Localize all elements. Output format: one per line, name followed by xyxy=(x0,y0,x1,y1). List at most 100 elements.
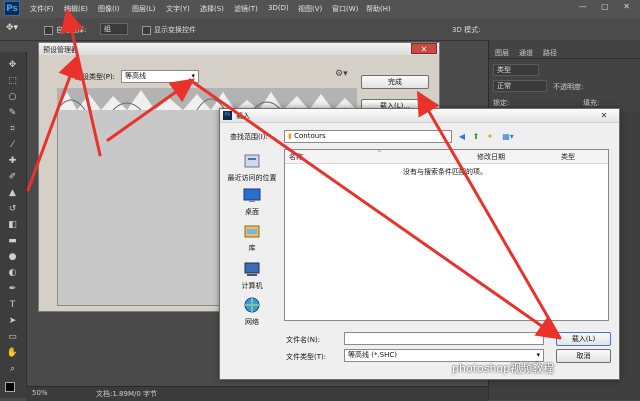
look-in-label: 查找范围(I): xyxy=(230,133,268,141)
document-info: 文档:1.89M/0 字节 xyxy=(96,390,158,398)
menu-bar: Ps 文件(F) 编辑(E) 图像(I) 图层(L) 文字(Y) 选择(S) 滤… xyxy=(0,0,640,19)
marquee-icon[interactable]: ⬚ xyxy=(6,76,19,87)
tab-paths[interactable]: 路径 xyxy=(543,48,557,58)
tab-layers[interactable]: 图层 xyxy=(495,48,509,58)
menu-help[interactable]: 帮助(H) xyxy=(366,4,391,14)
layer-kind-filter[interactable]: 类型 xyxy=(493,64,539,76)
new-folder-icon[interactable]: ✦ xyxy=(484,131,496,143)
filename-label: 文件名(N): xyxy=(286,336,321,344)
zoom-level[interactable]: 50% xyxy=(32,389,48,397)
menu-select[interactable]: 选择(S) xyxy=(200,4,224,14)
stamp-icon[interactable]: ▲ xyxy=(6,188,19,199)
filename-input[interactable] xyxy=(344,332,544,345)
filetype-label: 文件类型(T): xyxy=(286,353,327,361)
fill-label: 填充: xyxy=(583,99,600,107)
status-bar: 50% 文档:1.89M/0 字节 xyxy=(26,386,488,401)
menu-type[interactable]: 文字(Y) xyxy=(166,4,190,14)
preset-type-label: 预设类型(P): xyxy=(75,73,116,81)
gradient-icon[interactable]: ▬ xyxy=(6,236,19,247)
shape-icon[interactable]: ▭ xyxy=(6,332,19,343)
close-icon[interactable]: ✕ xyxy=(591,110,617,121)
menu-image[interactable]: 图像(I) xyxy=(98,4,120,14)
cancel-button[interactable]: 取消 xyxy=(556,349,611,363)
look-in-folder: Contours xyxy=(294,132,326,140)
menu-filter[interactable]: 滤镜(T) xyxy=(234,4,258,14)
empty-message: 没有与搜索条件匹配的项。 xyxy=(403,168,487,176)
menu-edit[interactable]: 编辑(E) xyxy=(64,4,88,14)
preset-type-dropdown[interactable]: 等高线 ▾ xyxy=(121,70,199,83)
tab-channels[interactable]: 通道 xyxy=(519,48,533,58)
hand-icon[interactable]: ✋ xyxy=(6,348,19,359)
load-dialog: Ps 载入 ✕ 查找范围(I): ▮ Contours ◀ ⬆ ✦ ▦▾ 最近访… xyxy=(219,108,620,380)
preset-type-value: 等高线 xyxy=(125,72,146,80)
eraser-icon[interactable]: ◧ xyxy=(6,220,19,231)
panel-divider xyxy=(489,58,640,59)
contour-presets-strip[interactable] xyxy=(57,88,357,110)
contour-thumbnails xyxy=(57,88,357,110)
column-type[interactable]: 类型 xyxy=(561,152,575,162)
auto-select-option[interactable]: 自动选择: xyxy=(44,25,86,35)
back-icon[interactable]: ◀ xyxy=(456,131,468,143)
blur-icon[interactable]: ● xyxy=(6,252,19,263)
window-controls[interactable]: — ▢ ✕ xyxy=(579,2,636,11)
filetype-value: 等高线 (*.SHC) xyxy=(348,351,398,359)
column-name[interactable]: 名称 xyxy=(289,152,303,162)
column-modified[interactable]: 修改日期 xyxy=(477,152,505,162)
menu-3d[interactable]: 3D(D) xyxy=(268,4,289,12)
pen-icon[interactable]: ✒ xyxy=(6,284,19,295)
load-dialog-titlebar[interactable]: Ps 载入 ✕ xyxy=(220,109,619,123)
up-folder-icon[interactable]: ⬆ xyxy=(470,131,482,143)
done-button[interactable]: 完成 xyxy=(361,75,429,89)
dodge-icon[interactable]: ◐ xyxy=(6,268,19,279)
preset-manager-title: 预设管理器 xyxy=(43,46,78,54)
menu-window[interactable]: 窗口(W) xyxy=(332,4,358,14)
show-transform-label: 显示变换控件 xyxy=(154,26,196,34)
file-list-header: 名称 ^ 修改日期 类型 xyxy=(285,150,608,164)
look-in-dropdown[interactable]: ▮ Contours xyxy=(284,130,452,143)
menu-file[interactable]: 文件(F) xyxy=(30,4,54,14)
place-recent-label: 最近访问的位置 xyxy=(227,174,277,182)
show-transform-checkbox[interactable] xyxy=(142,25,151,35)
chevron-down-icon: ▾ xyxy=(191,72,195,80)
move-icon[interactable]: ✥ xyxy=(6,60,19,71)
desktop-icon xyxy=(243,188,261,202)
computer-icon xyxy=(244,262,260,276)
mode-3d-label: 3D 模式: xyxy=(452,26,481,34)
load-confirm-button[interactable]: 载入(L) xyxy=(556,332,611,346)
file-list[interactable]: 名称 ^ 修改日期 类型 没有与搜索条件匹配的项。 xyxy=(284,149,609,321)
menu-layer[interactable]: 图层(L) xyxy=(132,4,155,14)
lasso-icon[interactable]: ○ xyxy=(6,92,19,103)
auto-select-checkbox[interactable] xyxy=(44,25,53,35)
history-brush-icon[interactable]: ↺ xyxy=(6,204,19,215)
place-network-label: 网络 xyxy=(245,318,259,326)
options-bar: ✥▾ 自动选择: 组 显示变换控件 3D 模式: xyxy=(0,18,640,41)
photoshop-logo: Ps xyxy=(4,1,20,16)
brush-icon[interactable]: ✐ xyxy=(6,172,19,183)
move-tool-icon[interactable]: ✥▾ xyxy=(6,23,18,33)
view-menu-icon[interactable]: ▦▾ xyxy=(500,131,516,143)
crop-icon[interactable]: ⌗ xyxy=(6,124,19,135)
menu-view[interactable]: 视图(V) xyxy=(298,4,322,14)
blend-mode-select[interactable]: 正常 xyxy=(493,80,547,92)
load-dialog-title: 载入 xyxy=(236,112,250,120)
eyedropper-icon[interactable]: ⁄ xyxy=(6,140,19,151)
zoom-icon[interactable]: ⌕ xyxy=(6,364,19,375)
lock-label: 锁定: xyxy=(493,99,510,107)
sort-indicator-icon: ^ xyxy=(377,150,383,157)
show-transform-option[interactable]: 显示变换控件 xyxy=(142,25,196,35)
opacity-label: 不透明度: xyxy=(553,83,584,91)
path-select-icon[interactable]: ➤ xyxy=(6,316,19,327)
heal-icon[interactable]: ✚ xyxy=(6,156,19,167)
preset-manager-titlebar[interactable]: 预设管理器 ✕ xyxy=(39,43,439,55)
watermark-text: photoshop视频教程 xyxy=(452,362,555,375)
auto-select-dropdown[interactable]: 组 xyxy=(100,23,128,35)
gear-icon[interactable]: ⚙▾ xyxy=(335,69,348,79)
type-icon[interactable]: T xyxy=(6,300,19,311)
network-icon xyxy=(244,297,260,313)
library-icon xyxy=(244,225,260,238)
tools-panel: ✥ ⬚ ○ ✎ ⌗ ⁄ ✚ ✐ ▲ ↺ ◧ ▬ ● ◐ ✒ T ➤ ▭ ✋ ⌕ xyxy=(0,52,27,398)
quick-select-icon[interactable]: ✎ xyxy=(6,108,19,119)
close-icon[interactable]: ✕ xyxy=(411,43,437,54)
ps-small-icon: Ps xyxy=(223,111,232,120)
foreground-color-swatch[interactable] xyxy=(5,382,15,392)
